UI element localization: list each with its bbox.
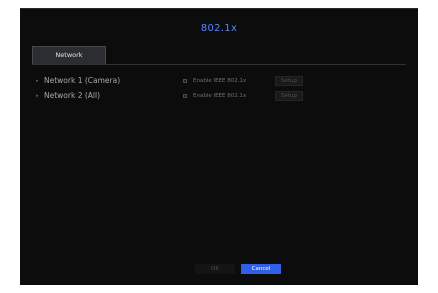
dialog-title: 802.1x bbox=[200, 23, 238, 34]
network-2-enable-label[interactable]: Enable IEEE 802.1x bbox=[193, 90, 246, 102]
network-1-label: Network 1 (Camera) bbox=[44, 76, 121, 85]
tab-network[interactable]: Network bbox=[32, 46, 106, 64]
network-1-enable-label[interactable]: Enable IEEE 802.1x bbox=[193, 75, 246, 87]
chevron-right-icon: ▸ bbox=[36, 78, 39, 84]
network-2-setup-button[interactable]: Setup bbox=[275, 91, 303, 101]
network-2-label: Network 2 (All) bbox=[44, 91, 101, 100]
network-row-2: ▸ Network 2 (All) Enable IEEE 802.1x Set… bbox=[20, 90, 418, 102]
network-2-enable-checkbox[interactable] bbox=[183, 94, 187, 98]
network-1-setup-button[interactable]: Setup bbox=[275, 76, 303, 86]
dialog-802-1x: 802.1x Network ▸ Network 1 (Camera) Enab… bbox=[20, 8, 418, 285]
cancel-button[interactable]: Cancel bbox=[241, 264, 281, 274]
ok-button[interactable]: OK bbox=[195, 264, 235, 274]
network-row-1: ▸ Network 1 (Camera) Enable IEEE 802.1x … bbox=[20, 75, 418, 87]
network-1-enable-checkbox[interactable] bbox=[183, 79, 187, 83]
chevron-right-icon: ▸ bbox=[36, 93, 39, 99]
tab-divider bbox=[32, 64, 406, 65]
